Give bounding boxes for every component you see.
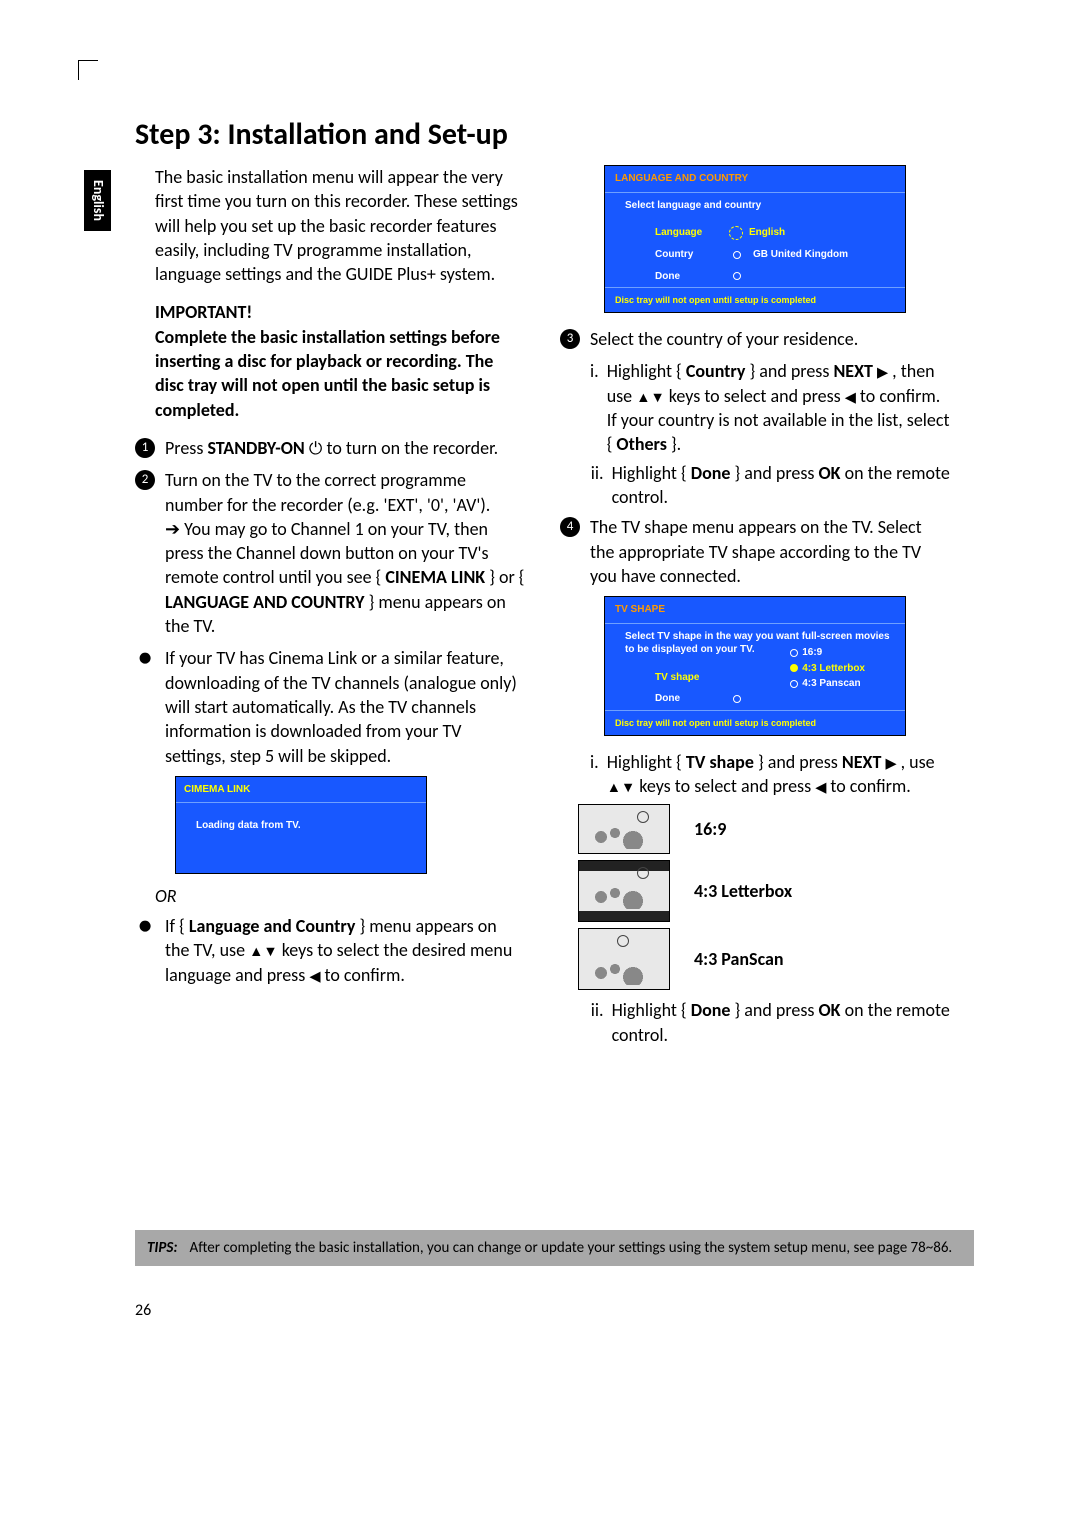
tips-label: TIPS: [147,1238,178,1258]
language-country-screen: LANGUAGE AND COUNTRY Select language and… [604,165,906,313]
shape-panscan-thumb [578,928,670,990]
radio-icon [790,680,798,688]
screen1-sub: Select language and country [605,193,905,223]
step-3-number: 3 [560,329,580,349]
intro-text: The basic installation menu will appear … [155,165,525,286]
gear-icon [729,226,743,240]
or-label: OR [155,884,525,908]
step-3i: i. Highlight { Country } and press NEXT … [560,359,950,456]
important-heading: IMPORTANT! [155,301,252,323]
radio-icon [733,272,741,280]
right-column: LANGUAGE AND COUNTRY Select language and… [560,165,950,1051]
step-3ii: ii. Highlight { Done } and press OK on t… [560,461,950,510]
screen1-foot: Disc tray will not open until setup is c… [605,287,905,308]
cinema-body: Loading data from TV. [176,803,426,873]
bullet-icon: ● [135,648,155,767]
lang-country-note: If { Language and Country } menu appears… [165,914,525,987]
done-label: Done [655,270,735,284]
bullet-icon: ● [135,916,155,987]
step-4i: i. Highlight { TV shape } and press NEXT… [560,750,950,799]
cinema-header: CIMEMA LINK [176,777,426,804]
page-title: Step 3: Installation and Set-up [135,115,508,156]
left-icon [309,964,320,986]
tv-shape-screen: TV SHAPE Select TV shape in the way you … [604,596,906,736]
step-1-number: 1 [135,438,155,458]
screen1-title: LANGUAGE AND COUNTRY [605,170,905,193]
shape-169-thumb [578,804,670,854]
shape-letterbox-thumb [578,860,670,922]
shape-panscan-row: 4:3 PanScan [578,928,950,990]
crop-mark [78,60,98,61]
step-2-number: 2 [135,470,155,490]
country-value: GB United Kingdom [753,248,848,262]
step-4-text: The TV shape menu appears on the TV. Sel… [590,515,950,588]
done-label: Done [655,692,735,706]
down-icon [263,939,277,961]
tvshape-label: TV shape [655,671,735,685]
screen2-title: TV SHAPE [605,601,905,624]
screen2-foot: Disc tray will not open until setup is c… [605,710,905,731]
shape-169-row: 16:9 [578,804,950,854]
up-icon [636,385,650,407]
cinema-link-note: If your TV has Cinema Link or a similar … [165,646,525,767]
up-icon [249,939,263,961]
radio-icon [790,649,798,657]
left-icon [845,385,856,407]
up-icon [607,775,621,797]
left-icon [815,775,826,797]
tips-body: After completing the basic installation,… [190,1238,953,1258]
lang-label: Language [655,226,735,240]
down-icon [621,775,635,797]
tips-box: TIPS: After completing the basic install… [135,1230,974,1266]
shape-letterbox-row: 4:3 Letterbox [578,860,950,922]
important-body: Complete the basic installation settings… [155,326,500,421]
cinema-link-screen: CIMEMA LINK Loading data from TV. [175,776,427,874]
shape-panscan-label: 4:3 PanScan [694,947,784,971]
shape-letterbox-label: 4:3 Letterbox [694,879,792,903]
right-icon [885,751,896,773]
left-column: The basic installation menu will appear … [135,165,525,1051]
power-icon [309,437,323,459]
lang-value: English [749,226,785,240]
page-number: 26 [135,1300,151,1322]
tvshape-options: 16:9 4:3 Letterbox 4:3 Panscan [790,645,865,692]
country-label: Country [655,248,735,262]
step-4ii: ii. Highlight { Done } and press OK on t… [560,998,950,1047]
shape-169-label: 16:9 [694,817,726,841]
crop-mark [78,60,79,80]
right-icon [877,360,888,382]
radio-selected-icon [790,664,798,672]
step-2-text: Turn on the TV to the correct programme … [165,468,525,638]
down-icon [650,385,664,407]
radio-icon [733,695,741,703]
radio-icon [733,251,741,259]
step-3-text: Select the country of your residence. [590,327,858,351]
step-1-text: Press STANDBY-ON to turn on the recorder… [165,436,498,460]
step-4-number: 4 [560,517,580,537]
language-tab: English [84,170,111,231]
